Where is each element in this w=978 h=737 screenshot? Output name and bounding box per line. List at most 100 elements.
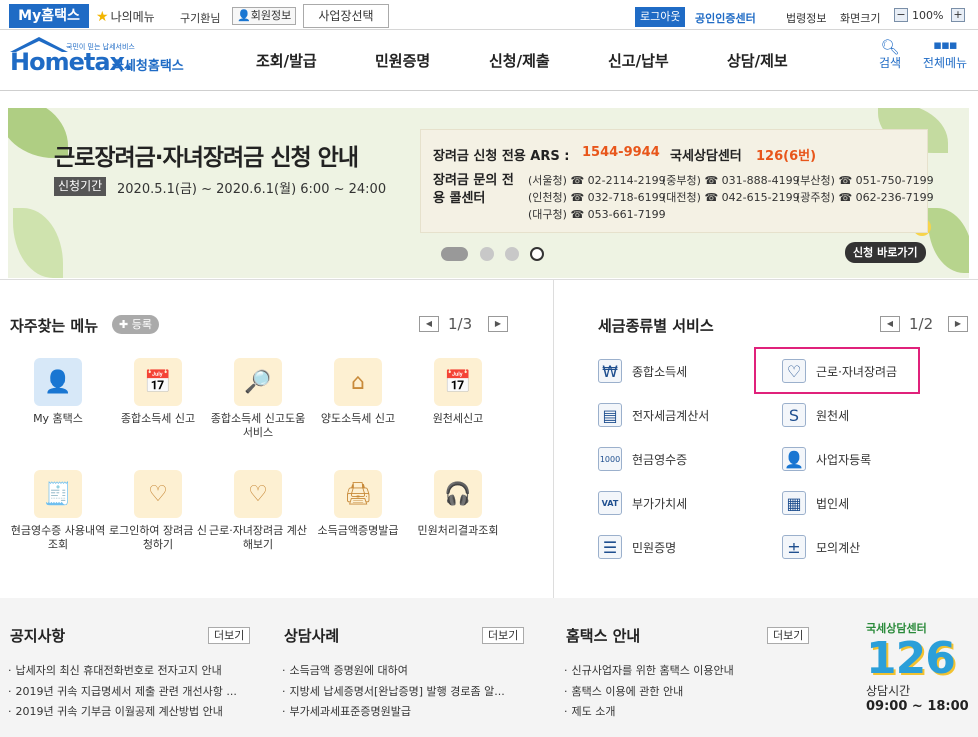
all-menu-button[interactable]: ▪▪▪ 전체메뉴 — [918, 38, 972, 71]
call-center-hours: 09:00 ~ 18:00 — [866, 699, 969, 714]
document-icon: ☰ — [598, 535, 622, 559]
fav-civil-result[interactable]: 🎧 민원처리결과조회 — [408, 470, 508, 538]
guide-more-button[interactable]: 더보기 — [767, 627, 810, 644]
svc-label: 민원증명 — [632, 540, 677, 555]
call-center-gwangju: (광주청) ☎ 062-236-7199 — [796, 191, 934, 204]
notices-more-button[interactable]: 더보기 — [208, 627, 251, 644]
call-center-number: 126 — [866, 633, 956, 684]
cases-more-button[interactable]: 더보기 — [482, 627, 525, 644]
case-item[interactable]: 부가세과세표준증명원발급 — [282, 703, 526, 719]
zoom-in-button[interactable]: + — [951, 8, 965, 22]
logout-button[interactable]: 로그아웃 — [635, 7, 686, 27]
case-item[interactable]: 지방세 납세증명서[완납증명] 발행 경로좀 알... — [282, 683, 526, 699]
register-favorite-button[interactable]: ✚ 등록 — [112, 315, 159, 334]
user-greeting: 구기환님 — [180, 12, 221, 25]
calendar-pen-icon: 📅 — [134, 358, 182, 406]
svc-withholding[interactable]: S 원천세 — [782, 403, 849, 427]
svc-label: 부가가치세 — [632, 496, 688, 511]
fav-income-tax-help[interactable]: 🔎 종합소득세 신고도움 서비스 — [208, 358, 308, 440]
banner-pause-dot[interactable] — [530, 247, 544, 261]
leaf-decoration — [928, 208, 969, 273]
svc-label: 법인세 — [816, 496, 850, 511]
tax-services-page: 1/2 — [909, 315, 934, 333]
all-menu-label: 전체메뉴 — [922, 56, 968, 70]
receipt-search-icon: 🧾 — [34, 470, 82, 518]
favorites-next-button[interactable]: ▶ — [488, 316, 508, 332]
call-center-daejeon: (대전청) ☎ 042-615-2199 — [662, 191, 800, 204]
fav-label: 소득금액증명발급 — [317, 524, 399, 537]
fav-incentive-calc[interactable]: ♡ 근로·자녀장려금 계산해보기 — [208, 470, 308, 552]
search-icon: 🔍︎ — [880, 38, 900, 56]
gnb-report-pay[interactable]: 신고/납부 — [608, 50, 669, 71]
gnb-inquiry[interactable]: 조회/발급 — [256, 50, 317, 71]
notice-item[interactable]: 납세자의 최신 휴대전화번호로 전자고지 안내 — [8, 662, 260, 678]
gnb-apply[interactable]: 신청/제출 — [489, 50, 550, 71]
selection-highlight — [754, 347, 920, 394]
gnb-civil-cert[interactable]: 민원증명 — [375, 50, 430, 71]
gnb-consult[interactable]: 상담/제보 — [727, 50, 788, 71]
fav-label: My 홈택스 — [33, 412, 83, 425]
fav-label: 종합소득세 신고도움 서비스 — [210, 412, 306, 439]
svc-e-invoice[interactable]: ▤ 전자세금계산서 — [598, 403, 709, 427]
center-label: 국세상담센터 — [670, 149, 742, 164]
call-center-jungbu: (중부청) ☎ 031-888-4199 — [662, 174, 800, 187]
favorites-prev-button[interactable]: ◀ — [419, 316, 439, 332]
svc-business-reg[interactable]: 👤 사업자등록 — [782, 447, 871, 471]
my-menu-label: 나의메뉴 — [110, 10, 155, 24]
guide-item[interactable]: 홈택스 이용에 관한 안내 — [564, 683, 816, 699]
fav-withholding-tax[interactable]: 📅 원천세신고 — [408, 358, 508, 426]
fav-cash-receipt[interactable]: 🧾 현금영수증 사용내역조회 — [8, 470, 108, 552]
call-center-126[interactable]: 국세상담센터 126 상담시간 09:00 ~ 18:00 — [866, 620, 972, 730]
apply-shortcut-button[interactable]: 신청 바로가기 — [845, 242, 926, 263]
svc-simulation[interactable]: ± 모의계산 — [782, 535, 860, 559]
svc-corporate-tax[interactable]: ▦ 법인세 — [782, 491, 849, 515]
sal-document-icon: S — [782, 403, 806, 427]
case-item[interactable]: 소득금액 증명원에 대하여 — [282, 662, 526, 678]
banner-dot-2[interactable] — [480, 247, 494, 261]
tax-services-prev-button[interactable]: ◀ — [880, 316, 900, 332]
svc-vat[interactable]: VAT 부가가치세 — [598, 491, 687, 515]
fav-my-hometax[interactable]: 👤 My 홈택스 — [8, 358, 108, 426]
member-info-label: 회원정보 — [250, 9, 292, 22]
tax-services-next-button[interactable]: ▶ — [948, 316, 968, 332]
member-info-button[interactable]: 👤회원정보 — [232, 7, 297, 25]
call-center-hours-label: 상담시간 — [866, 684, 911, 698]
search-button[interactable]: 🔍︎ 검색 — [876, 38, 904, 71]
my-hometax-button[interactable]: My홈택스 — [9, 4, 89, 28]
banner-dot-1[interactable] — [441, 247, 468, 261]
guide-item[interactable]: 신규사업자를 위한 홈택스 이용안내 — [564, 662, 816, 678]
business-select-button[interactable]: 사업장선택 — [303, 4, 389, 28]
fav-income-cert[interactable]: 🖨 소득금액증명발급 — [308, 470, 408, 538]
hometax-logo[interactable]: 국민이 믿는 납세서비스 Hometax. 국세청홈택스 — [8, 36, 198, 81]
call-center-daegu: (대구청) ☎ 053-661-7199 — [528, 208, 666, 221]
svc-income-tax[interactable]: ₩ 종합소득세 — [598, 359, 687, 383]
notices-title: 공지사항 — [10, 627, 66, 645]
headset-icon: 🎧 — [434, 470, 482, 518]
zoom-out-button[interactable]: − — [894, 8, 908, 22]
cert-center-link[interactable]: 공인인증센터 — [695, 10, 756, 26]
zoom-value: 100% — [912, 9, 944, 22]
fav-label: 양도소득세 신고 — [320, 412, 396, 425]
period-badge: 신청기간 — [54, 177, 107, 196]
svc-label: 모의계산 — [816, 540, 861, 555]
vat-icon: VAT — [598, 491, 622, 515]
svc-label: 원천세 — [816, 408, 850, 423]
cash-receipt-icon: 1000 — [598, 447, 622, 471]
svc-civil-cert[interactable]: ☰ 민원증명 — [598, 535, 676, 559]
person-icon: 👤 — [237, 9, 251, 22]
house-pen-icon: ⌂ — [334, 358, 382, 406]
svc-label: 사업자등록 — [816, 452, 872, 467]
svc-cash-receipt[interactable]: 1000 현금영수증 — [598, 447, 687, 471]
fav-income-tax-report[interactable]: 📅 종합소득세 신고 — [108, 358, 208, 426]
fav-incentive-apply[interactable]: ♡ 로그인하여 장려금 신청하기 — [108, 470, 208, 552]
law-info-link[interactable]: 법령정보 — [786, 10, 826, 26]
banner-dot-3[interactable] — [505, 247, 519, 261]
notice-item[interactable]: 2019년 귀속 기부금 이월공제 계산방법 안내 — [8, 703, 260, 719]
calendar-pen-icon: 📅 — [434, 358, 482, 406]
fav-transfer-tax[interactable]: ⌂ 양도소득세 신고 — [308, 358, 408, 426]
guide-item[interactable]: 제도 소개 — [564, 703, 816, 719]
fav-label: 로그인하여 장려금 신청하기 — [108, 524, 208, 551]
banner-title: 근로장려금·자녀장려금 신청 안내 — [54, 145, 359, 171]
notice-item[interactable]: 2019년 귀속 지급명세서 제출 관련 개선사항 ... — [8, 683, 260, 699]
my-menu-link[interactable]: ★ 나의메뉴 — [96, 8, 155, 25]
